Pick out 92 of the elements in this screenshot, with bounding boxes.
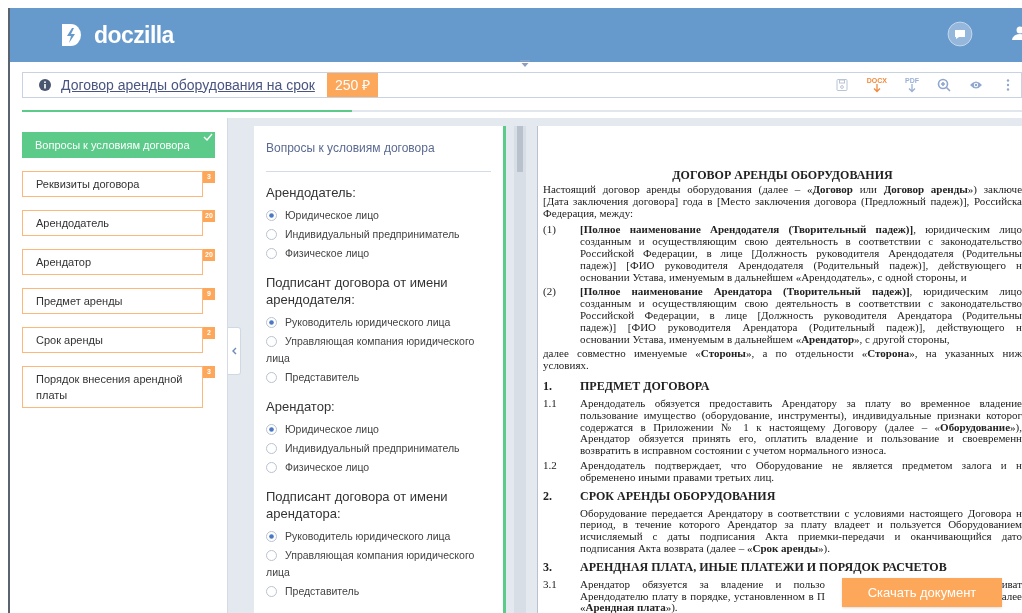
sidebar-item[interactable]: Арендодатель <box>22 210 203 236</box>
document-text-line: период, в течение которого Арендатор за плату владеет и пользуется Оборудованием <box>580 519 1022 532</box>
radio-option[interactable]: Физическое лицо <box>266 245 496 262</box>
sidebar-item[interactable]: Порядок внесения арендной платы <box>22 366 203 408</box>
radio-button[interactable] <box>266 210 277 221</box>
document-text-line: алее <box>1001 590 1022 603</box>
clause-number: 1.1 <box>543 397 558 411</box>
document-heading: ДОГОВОР АРЕНДЫ ОБОРУДОВАНИЯ <box>671 168 894 182</box>
document-text-line: Российской Федерации, в лице [Должность руководителя Арендодателя (Родительны <box>580 248 1022 260</box>
document-text-line: содержатся в Приложении № 1 к настоящему Договору (далее – «Оборудование»), <box>580 421 1022 434</box>
document-text-line: обременено иными правами третьих лиц. <box>580 471 775 484</box>
document-text-line: исчисляемый с даты подписания Акта приемки-передачи и оканчивающийся дато <box>580 531 1022 543</box>
collapse-sidebar-button[interactable] <box>228 327 241 375</box>
sidebar-item[interactable]: Предмет аренды <box>22 288 203 314</box>
question-label: Арендатор: <box>266 398 336 415</box>
clause-number: 3.1 <box>543 578 558 592</box>
scrollbar-thumb[interactable] <box>517 126 523 172</box>
section-heading: ПРЕДМЕТ ДОГОВОРА <box>580 378 710 393</box>
sidebar-item[interactable]: Реквизиты договора <box>22 171 203 197</box>
radio-button[interactable] <box>266 229 277 240</box>
radio-button[interactable] <box>266 248 277 259</box>
radio-button[interactable] <box>266 317 277 328</box>
document-text-line: Настоящий договор аренды оборудования (далее – «Договор или Договор аренды») заключе <box>543 184 1022 196</box>
radio-option[interactable]: Юридическое лицо <box>266 207 496 224</box>
document-text-line: подписания Акта возврата (далее – «Срок аренды»). <box>580 542 831 555</box>
sidebar-item[interactable]: Арендатор <box>22 249 203 275</box>
section-heading: СРОК АРЕНДЫ ОБОРУДОВАНИЯ <box>580 488 776 503</box>
radio-option[interactable]: Управляющая компания юридического лица <box>266 547 496 581</box>
download-arrow-icon <box>872 84 881 93</box>
document-text-line: Федерация, между: <box>543 207 634 220</box>
zoom-in-icon[interactable] <box>937 78 951 92</box>
radio-option[interactable]: Индивидуальный предприниматель <box>266 226 496 243</box>
save-icon[interactable] <box>834 78 849 92</box>
chat-icon[interactable] <box>947 21 973 47</box>
radio-button[interactable] <box>266 443 277 454</box>
clause-number: (2) <box>543 286 557 300</box>
document-text-line: падеж)] [ФИО руководителя Арендодателя (Родительный падеж)], действующего н <box>580 259 1022 272</box>
radio-option[interactable]: Представитель <box>266 369 496 386</box>
document-text-line: пользование имущество (оборудование, инструменты), индивидуальные признаки которог <box>580 409 1022 422</box>
radio-button[interactable] <box>266 531 277 542</box>
document-text-line: созданным и осуществляющим свою деятельность в соответствии с законодательство <box>580 236 1022 248</box>
radio-button[interactable] <box>266 336 277 347</box>
info-icon[interactable] <box>39 79 51 91</box>
document-text-line: Арендатор обязуется принять его, оплатить владение и пользование и своевременн <box>580 433 1022 446</box>
document-text-line: Российской Федерации, в лице [Должность руководителя Арендатора (Родительны <box>580 309 1022 322</box>
document-text-line: условиях. <box>543 360 590 372</box>
document-text-line: созданным и осуществляющим свою деятельность в соответствии с законодательство <box>580 298 1022 310</box>
document-text-line: Оборудование передается Арендатору в соответствии с условиями настоящего Договора н <box>580 507 1022 520</box>
sidebar-item[interactable]: Срок аренды <box>22 327 203 353</box>
document-text-line: основании Устава, именуемым в дальнейшем «Арендодатель», с одной стороны, и <box>580 271 967 284</box>
check-icon <box>203 133 213 141</box>
download-arrow-icon <box>908 84 916 93</box>
radio-option[interactable]: Физическое лицо <box>266 459 496 476</box>
document-text-line: [Полное наименование Арендодателя (Творительный падеж)], юридическим лицо <box>580 224 1022 237</box>
user-icon[interactable] <box>1012 25 1022 41</box>
document-text-line: «Арендная плата»). <box>580 602 679 613</box>
document-text-line: [Полное наименование Арендатора (Творительный падеж)], юридическим лицо <box>580 286 1022 299</box>
section-heading: АРЕНДНАЯ ПЛАТА, ИНЫЕ ПЛАТЕЖИ И ПОРЯДОК РАСЧЕТОВ <box>580 559 947 574</box>
section-number: 3. <box>543 559 553 574</box>
radio-option[interactable]: Юридическое лицо <box>266 421 496 438</box>
radio-button[interactable] <box>266 550 277 561</box>
document-text-line: иват <box>1001 578 1022 591</box>
section-number: 2. <box>543 488 553 503</box>
question-label: Арендодатель: <box>266 184 357 201</box>
document-text-line: Арендодатель подтверждает, что Оборудование не является предметом залога и н <box>580 459 1022 472</box>
radio-option[interactable]: Руководитель юридического лица <box>266 528 496 545</box>
price-badge: 250 ₽ <box>326 73 379 97</box>
radio-button[interactable] <box>266 586 277 597</box>
panel-title: Вопросы к условиям договора <box>266 126 491 172</box>
document-text-line: Арендодателю плату в порядке, установленном в П <box>580 590 825 603</box>
radio-option[interactable]: Представитель <box>266 583 496 600</box>
document-title-link[interactable]: Договор аренды оборудования на срок <box>61 74 315 96</box>
clause-number: (1) <box>543 224 557 238</box>
radio-option[interactable]: Управляющая компания юридического лица <box>266 333 496 367</box>
radio-button[interactable] <box>266 424 277 435</box>
radio-button[interactable] <box>266 462 277 473</box>
logo-icon <box>60 22 82 48</box>
question-label: Подписант договора от имени арендодателя: <box>266 274 449 308</box>
document-text-line: Арендодатель обязуется предоставить Арендатору за плату во временное владение <box>580 397 1022 410</box>
radio-button[interactable] <box>266 372 277 383</box>
radio-option[interactable]: Индивидуальный предприниматель <box>266 440 496 457</box>
question-label: Подписант договора от имени арендатора: <box>266 488 449 522</box>
document-text-line: основании Устава, именуемым в дальнейшем «Арендатор», с другой стороны, <box>580 333 950 346</box>
document-text-line: падеж)] [ФИО руководителя Арендатора (Родительный падеж)], действующего н <box>580 321 1022 334</box>
clause-number: 1.2 <box>543 459 558 473</box>
document-text-line: возвратить в исправном состоянии с учетом нормального износа. <box>580 445 888 457</box>
chevron-left-icon <box>231 347 237 355</box>
radio-option[interactable]: Руководитель юридического лица <box>266 314 496 331</box>
document-text-line: [Дата заключения договора] года в [Место заключения договора (Предложный падеж)], Российска <box>543 195 1022 208</box>
document-text-line: Арендатор обязуется за владение и пользо <box>580 578 825 591</box>
document-text-line: далее совместно именуемые «Стороны», а по отдельности «Сторона», на указанных ниж <box>543 348 1022 361</box>
section-number: 1. <box>543 378 553 393</box>
